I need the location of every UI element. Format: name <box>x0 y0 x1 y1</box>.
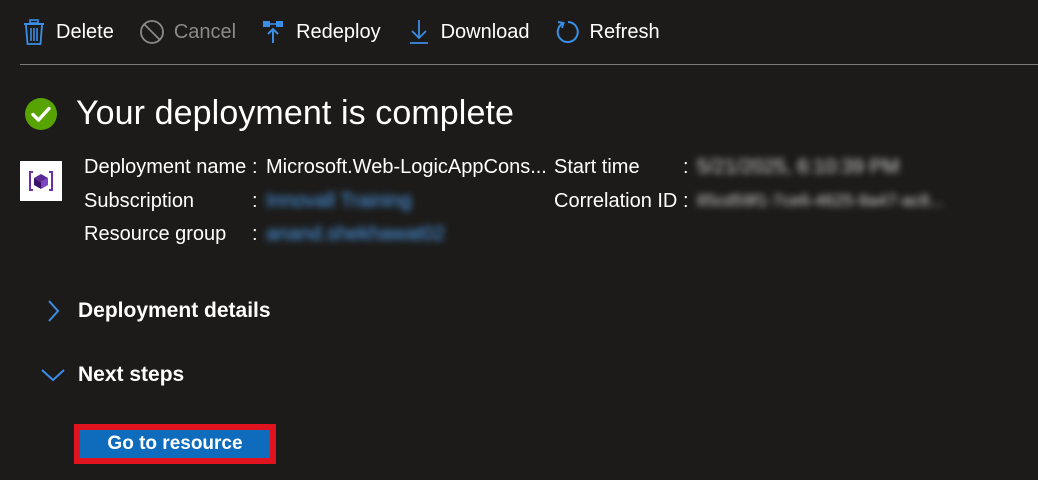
trash-icon <box>20 18 48 46</box>
delete-label: Delete <box>56 20 114 43</box>
correlation-id-row: Correlation ID : 85cd59f1-7ce6-4625-9a47… <box>554 184 984 218</box>
download-icon <box>405 18 433 46</box>
chevron-right-icon <box>40 298 66 324</box>
title-row: Your deployment is complete <box>24 94 514 133</box>
subscription-link[interactable]: Innovall Training <box>266 184 412 218</box>
subscription-row: Subscription : Innovall Training <box>84 184 544 218</box>
go-to-resource-highlight: Go to resource <box>74 424 276 464</box>
page-title: Your deployment is complete <box>76 94 515 132</box>
redeploy-label: Redeploy <box>296 20 381 43</box>
next-steps-toggle[interactable]: Next steps <box>40 362 184 388</box>
colon: : <box>683 190 689 212</box>
deployment-details-toggle[interactable]: Deployment details <box>40 298 271 324</box>
redeploy-button[interactable]: Redeploy <box>260 14 381 50</box>
colon: : <box>252 156 258 178</box>
colon: : <box>683 156 689 178</box>
colon: : <box>252 190 258 212</box>
start-time-key: Start time <box>554 156 640 178</box>
colon: : <box>252 223 258 245</box>
start-time-value: 5/21/2025, 6:10:39 PM <box>697 156 900 178</box>
deployment-details-label: Deployment details <box>78 299 271 322</box>
go-to-resource-button[interactable]: Go to resource <box>80 430 270 458</box>
subscription-key: Subscription <box>84 190 195 212</box>
delete-button[interactable]: Delete <box>20 14 114 50</box>
resource-group-row: Resource group : anand.shekhawat02 <box>84 217 544 251</box>
start-time-row: Start time : 5/21/2025, 6:10:39 PM <box>554 150 984 184</box>
check-circle-icon <box>25 97 57 130</box>
cancel-button[interactable]: Cancel <box>138 14 236 50</box>
correlation-id-value: 85cd59f1-7ce6-4625-9a47-ac8... <box>697 191 944 210</box>
refresh-icon <box>554 18 582 46</box>
redeploy-icon <box>260 18 288 46</box>
refresh-label: Refresh <box>589 20 660 43</box>
deployment-name-row: Deployment name : Microsoft.Web-LogicApp… <box>84 150 547 184</box>
deployment-name-value: Microsoft.Web-LogicAppCons... <box>266 156 547 178</box>
next-steps-label: Next steps <box>78 363 185 386</box>
resource-group-link[interactable]: anand.shekhawat02 <box>266 217 445 251</box>
download-button[interactable]: Download <box>405 14 530 50</box>
resource-group-icon <box>20 161 62 201</box>
correlation-id-key: Correlation ID <box>554 190 678 212</box>
command-bar: Delete Cancel Redeploy Download Refresh <box>20 0 1038 65</box>
cancel-icon <box>138 18 166 46</box>
cancel-label: Cancel <box>173 20 237 43</box>
resource-group-key: Resource group <box>84 223 227 245</box>
chevron-down-icon <box>40 362 66 388</box>
deployment-name-key: Deployment name <box>84 156 247 178</box>
refresh-button[interactable]: Refresh <box>554 14 660 50</box>
download-label: Download <box>440 20 530 43</box>
